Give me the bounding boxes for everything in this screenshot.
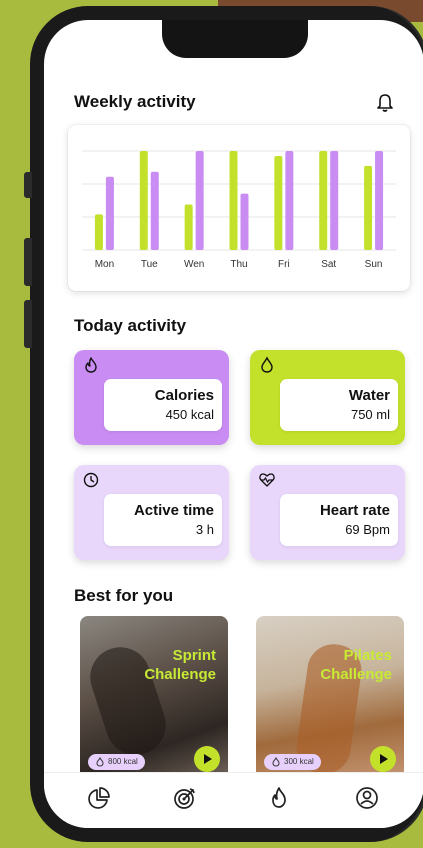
heart-rate-value: 69 Bpm [345,522,390,537]
chart-tick-label: Thu [230,259,247,270]
chart-bar-wen-2 [195,151,204,250]
chart-bar-tue-1 [139,151,148,250]
chart-tick-label: Wen [184,259,204,270]
chart-tick-label: Fri [278,259,290,270]
bottom-tab-bar [44,772,423,828]
chart-bar-mon-2 [105,176,114,250]
flame-icon [85,357,97,373]
calories-value: 450 kcal [165,407,214,422]
chart-bar-fri-1 [274,155,283,250]
weekly-activity-title: Weekly activity [74,92,196,111]
chart-bar-thu-1 [229,151,238,250]
pilates-kcal: 300 kcal [284,757,314,766]
chart-bar-tue-2 [150,171,159,250]
chart-icon[interactable] [86,785,112,811]
target-icon[interactable] [172,785,198,811]
flame-icon [272,757,280,767]
flame-icon [96,757,104,767]
weekly-activity-chart: Mon Tue Wen Thu Fri Sat Sun [68,125,410,291]
water-card[interactable]: Water 750 ml [250,350,405,445]
today-activity-title: Today activity [74,316,187,335]
heart-rate-card[interactable]: Heart rate 69 Bpm [250,465,405,560]
chart-bar-sun-1 [364,165,373,250]
chart-bar-fri-2 [285,151,294,250]
phone-notch [162,20,308,58]
profile-icon[interactable] [354,785,380,811]
sprint-challenge-title: Sprint Challenge [144,647,216,683]
sprint-kcal: 800 kcal [108,757,138,766]
sprint-challenge-card[interactable]: Sprint Challenge 800 kcal [80,616,228,776]
phone-side-button [24,300,32,348]
water-drop-icon [261,356,273,373]
play-button[interactable] [370,746,396,772]
sprint-kcal-badge: 800 kcal [88,754,145,770]
chart-bar-wen-1 [184,204,193,250]
calories-value-box: Calories 450 kcal [104,379,222,431]
chart-bar-sat-1 [319,151,328,250]
chart-tick-label: Tue [141,259,158,270]
chart-bar-sun-2 [375,151,384,250]
phone-side-button [24,172,32,198]
heart-rate-icon [259,473,275,487]
heart-rate-value-box: Heart rate 69 Bpm [280,494,398,546]
chart-tick-label: Sun [365,259,383,270]
water-label: Water [348,387,390,404]
bar-chart: Mon Tue Wen Thu Fri Sat Sun [82,150,396,270]
chart-bar-sat-2 [330,151,339,250]
chart-tick-label: Sat [321,259,336,270]
water-value-box: Water 750 ml [280,379,398,431]
active-time-card[interactable]: Active time 3 h [74,465,229,560]
calories-label: Calories [154,387,214,404]
pilates-challenge-title: Pilates Challenge [320,647,392,683]
active-time-value: 3 h [195,522,214,537]
calories-card[interactable]: Calories 450 kcal [74,350,229,445]
active-time-label: Active time [133,502,214,519]
chart-bar-mon-1 [94,214,103,250]
heart-rate-label: Heart rate [319,502,390,519]
water-value: 750 ml [350,407,390,422]
bell-icon[interactable] [376,93,394,113]
chart-bar-thu-2 [240,193,249,250]
clock-icon [83,472,99,488]
play-button[interactable] [194,746,220,772]
active-time-value-box: Active time 3 h [104,494,222,546]
chart-tick-label: Mon [95,259,114,270]
phone-side-button [24,238,32,286]
pilates-challenge-card[interactable]: Pilates Challenge 300 kcal [256,616,404,776]
app-screen: Weekly activity Mon Tue Wen Thu Fri Sat Sun To… [44,20,423,828]
flame-icon[interactable] [266,785,292,811]
best-for-you-title: Best for you [74,586,174,605]
pilates-kcal-badge: 300 kcal [264,754,321,770]
